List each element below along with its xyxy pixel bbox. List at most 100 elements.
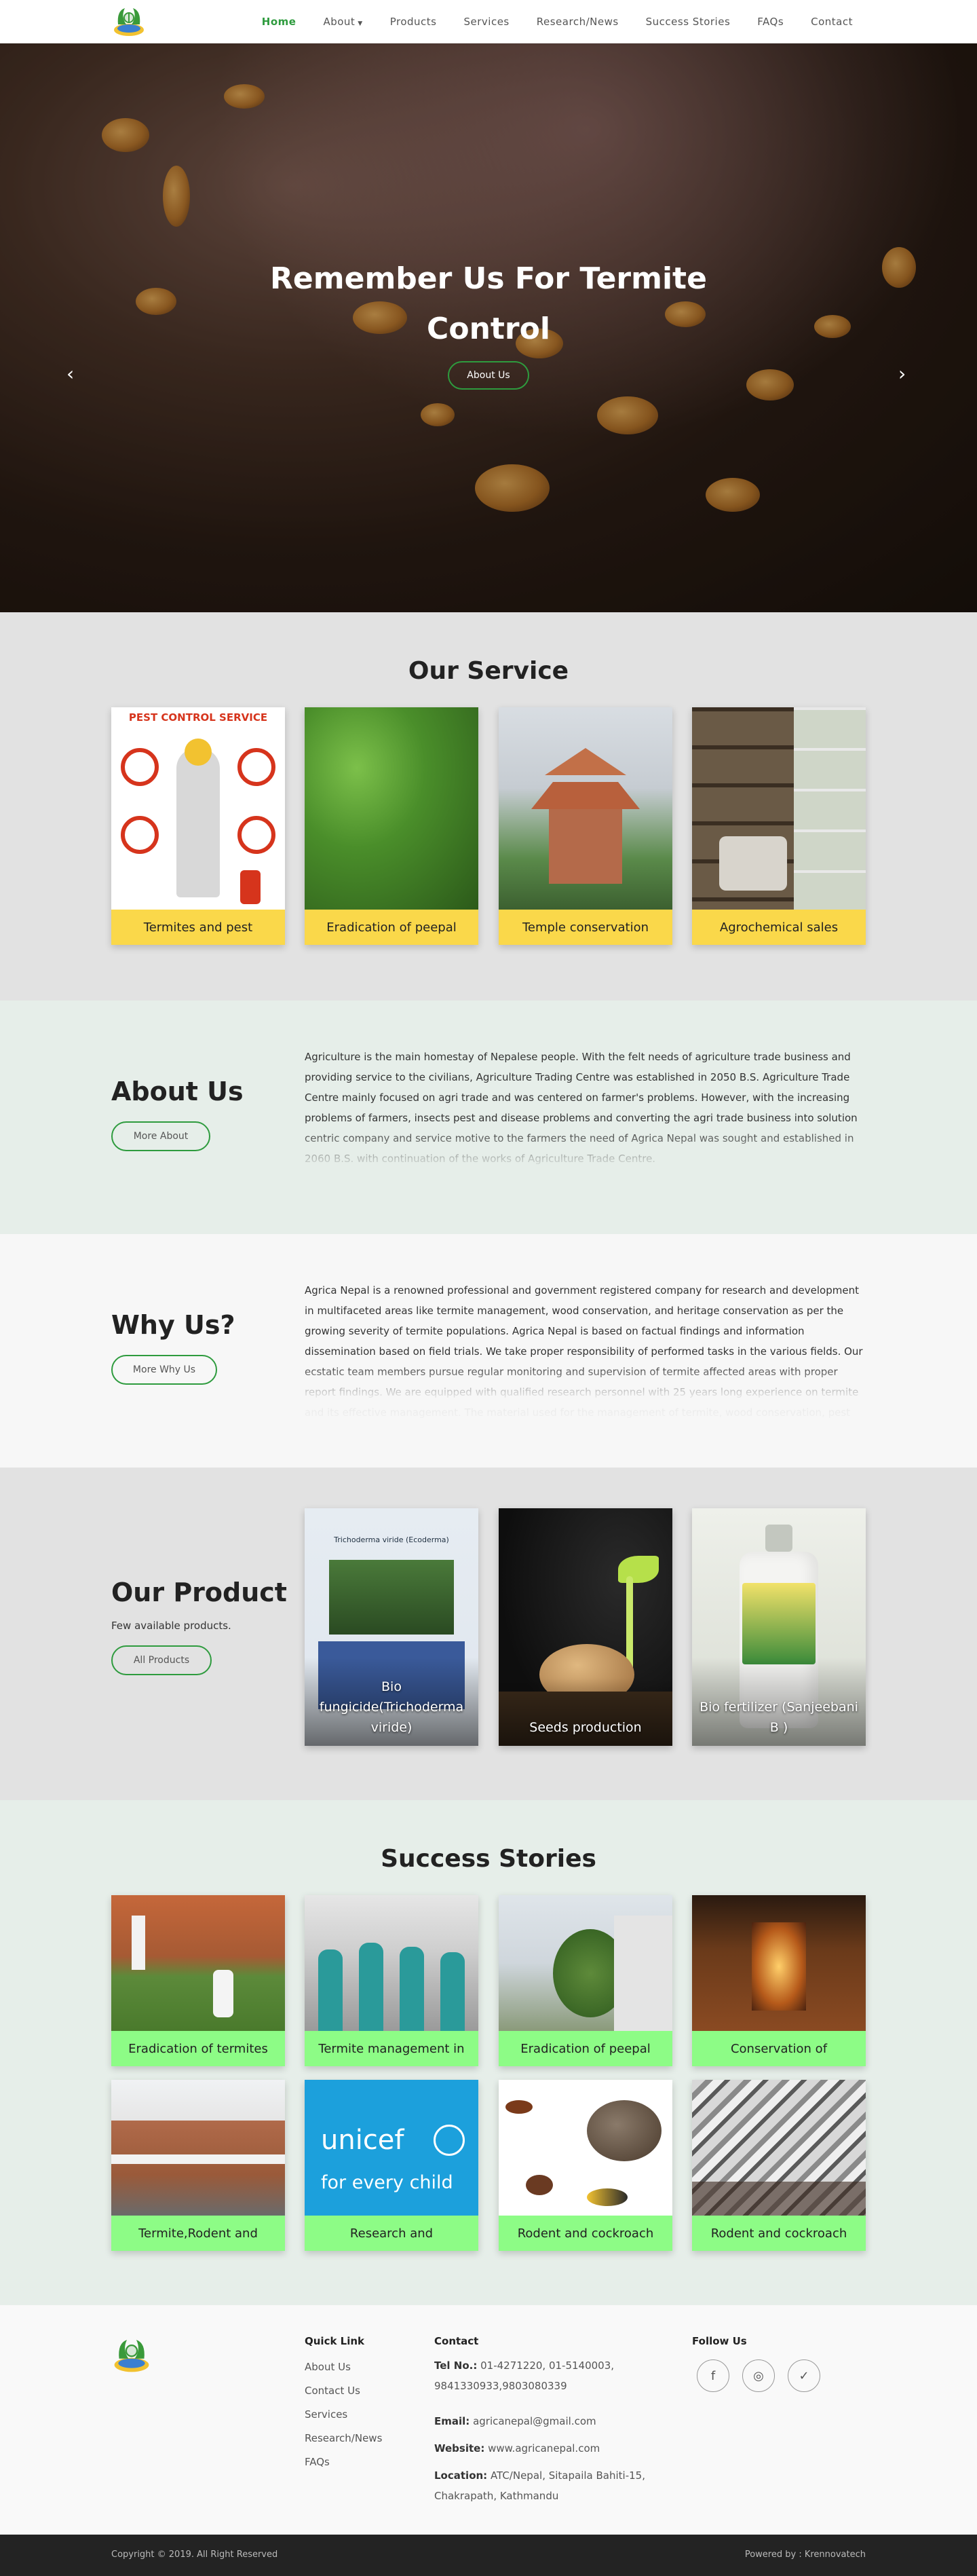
footer-link-about-us[interactable]: About Us	[305, 2361, 351, 2373]
peepal-eradication-image	[499, 1895, 672, 2031]
agrochemical-shop-image	[692, 707, 866, 910]
location-label: Location:	[434, 2469, 488, 2482]
success-story-caption: Eradication of termites	[111, 2031, 285, 2066]
contact-phone: Tel No.: 01-4271220, 01-5140003, 9841330…	[434, 2355, 638, 2396]
more-why-us-button[interactable]: More Why Us	[111, 1355, 217, 1385]
about-section: About Us More About Agriculture is the m…	[0, 1001, 977, 1234]
quick-link-heading: Quick Link	[305, 2335, 365, 2347]
package-label: Trichoderma viride (Ecoderma)	[334, 1535, 449, 1544]
service-card[interactable]: PEST CONTROL SERVICE Termites and pest	[111, 707, 285, 945]
email-label: Email:	[434, 2415, 470, 2427]
termite-management-team-image	[305, 1895, 478, 2031]
why-us-title: Why Us?	[111, 1310, 235, 1340]
nav-success-stories[interactable]: Success Stories	[646, 16, 731, 28]
nav-services[interactable]: Services	[464, 16, 510, 28]
footer-link-research-news[interactable]: Research/News	[305, 2432, 382, 2444]
product-card[interactable]: Seeds production	[499, 1508, 672, 1746]
service-card[interactable]: Eradication of peepal	[305, 707, 478, 945]
email-link[interactable]: agricanepal@gmail.com	[473, 2415, 596, 2427]
success-story-caption: Rodent and cockroach	[692, 2216, 866, 2251]
more-about-button[interactable]: More About	[111, 1121, 210, 1151]
success-story-card[interactable]: Termite management in	[305, 1895, 478, 2066]
powered-by-text[interactable]: Powered by : Krennovatech	[745, 2550, 866, 2560]
nav-faqs[interactable]: FAQs	[757, 16, 784, 28]
temple-image	[499, 707, 672, 910]
success-story-card[interactable]: unicef for every child Research and	[305, 2080, 478, 2251]
site-footer: Quick Link About Us Contact Us Services …	[0, 2305, 977, 2535]
why-us-section: Why Us? More Why Us Agrica Nepal is a re…	[0, 1234, 977, 1468]
product-card[interactable]: Trichoderma viride (Ecoderma) Bio fungic…	[305, 1508, 478, 1746]
success-story-card[interactable]: Rodent and cockroach	[692, 2080, 866, 2251]
termite-rodent-building-image	[111, 2080, 285, 2216]
success-story-card[interactable]: Rodent and cockroach	[499, 2080, 672, 2251]
service-section: Our Service PEST CONTROL SERVICE Termite…	[0, 612, 977, 1001]
instagram-icon[interactable]: ◎	[742, 2359, 775, 2392]
pest-control-image: PEST CONTROL SERVICE	[111, 707, 285, 910]
rodent-cockroach-image	[499, 2080, 672, 2216]
website-label: Website:	[434, 2442, 485, 2454]
success-story-caption: Termite,Rodent and	[111, 2216, 285, 2251]
products-section: Our Product Few available products. All …	[0, 1468, 977, 1800]
footer-link-faqs[interactable]: FAQs	[305, 2456, 330, 2468]
product-caption: Bio fertilizer (Sanjeebani B )	[700, 1700, 858, 1735]
success-story-card[interactable]: Conservation of	[692, 1895, 866, 2066]
success-stories-title: Success Stories	[381, 1845, 596, 1873]
company-logo[interactable]	[111, 4, 147, 38]
contact-email: Email: agricanepal@gmail.com	[434, 2411, 638, 2431]
product-caption: Seeds production	[529, 1720, 642, 1735]
product-caption: Bio fungicide(Trichoderma viride)	[319, 1679, 464, 1735]
success-stories-section: Success Stories Eradication of termites …	[0, 1800, 977, 2305]
top-navbar: Home About ▼ Products Services Research/N…	[0, 0, 977, 43]
products-title: Our Product	[111, 1578, 287, 1607]
nav-products[interactable]: Products	[390, 16, 437, 28]
follow-us-heading: Follow Us	[692, 2335, 747, 2347]
rodent-cockroach-warehouse-image	[692, 2080, 866, 2216]
footer-link-contact-us[interactable]: Contact Us	[305, 2385, 360, 2397]
success-story-caption: Rodent and cockroach	[499, 2216, 672, 2251]
success-story-card[interactable]: Termite,Rodent and	[111, 2080, 285, 2251]
service-card[interactable]: Temple conservation	[499, 707, 672, 945]
twitter-icon[interactable]: ✓	[788, 2359, 820, 2392]
peepal-leaves-image	[305, 707, 478, 910]
contact-location: Location: ATC/Nepal, Sitapaila Bahiti-15…	[434, 2465, 658, 2506]
all-products-button[interactable]: All Products	[111, 1645, 212, 1675]
chevron-down-icon: ▼	[358, 20, 363, 27]
hero-title: Remember Us For Termite Control	[0, 254, 977, 354]
service-caption: Termites and pest	[111, 910, 285, 945]
service-title: Our Service	[408, 657, 569, 685]
copyright-text: Copyright © 2019. All Right Reserved	[111, 2550, 278, 2560]
unicef-logo-image: unicef for every child	[305, 2080, 478, 2216]
about-title: About Us	[111, 1077, 244, 1106]
hero-title-line-2: Control	[427, 312, 550, 346]
contact-heading: Contact	[434, 2335, 479, 2347]
product-card[interactable]: Bio fertilizer (Sanjeebani B )	[692, 1508, 866, 1746]
nav-research-news[interactable]: Research/News	[537, 16, 619, 28]
hero-carousel: Remember Us For Termite Control About Us…	[0, 43, 977, 612]
facebook-icon[interactable]: f	[697, 2359, 729, 2392]
carousel-next-icon[interactable]: ›	[898, 362, 906, 385]
nav-contact[interactable]: Contact	[811, 16, 853, 28]
success-story-caption: Research and	[305, 2216, 478, 2251]
nav-about-label: About	[323, 16, 356, 28]
nav-home[interactable]: Home	[262, 16, 296, 28]
contact-website: Website: www.agricanepal.com	[434, 2438, 638, 2459]
carousel-prev-icon[interactable]: ‹	[66, 362, 74, 385]
about-us-button[interactable]: About Us	[448, 361, 529, 390]
service-caption: Eradication of peepal	[305, 910, 478, 945]
nav-about[interactable]: About ▼	[323, 16, 362, 28]
unicef-tagline: for every child	[321, 2172, 453, 2193]
website-link[interactable]: www.agricanepal.com	[488, 2442, 600, 2454]
service-card[interactable]: Agrochemical sales	[692, 707, 866, 945]
success-story-caption: Eradication of peepal	[499, 2031, 672, 2066]
success-story-card[interactable]: Eradication of peepal	[499, 1895, 672, 2066]
copyright-bar: Copyright © 2019. All Right Reserved Pow…	[0, 2535, 977, 2576]
footer-logo[interactable]	[111, 2335, 152, 2374]
service-caption: Agrochemical sales	[692, 910, 866, 945]
success-story-caption: Termite management in	[305, 2031, 478, 2066]
footer-link-services[interactable]: Services	[305, 2408, 347, 2421]
success-story-card[interactable]: Eradication of termites	[111, 1895, 285, 2066]
products-subtitle: Few available products.	[111, 1620, 231, 1632]
success-story-caption: Conservation of	[692, 2031, 866, 2066]
unicef-logo-text: unicef	[321, 2125, 404, 2156]
pest-control-image-title: PEST CONTROL SERVICE	[111, 707, 285, 728]
